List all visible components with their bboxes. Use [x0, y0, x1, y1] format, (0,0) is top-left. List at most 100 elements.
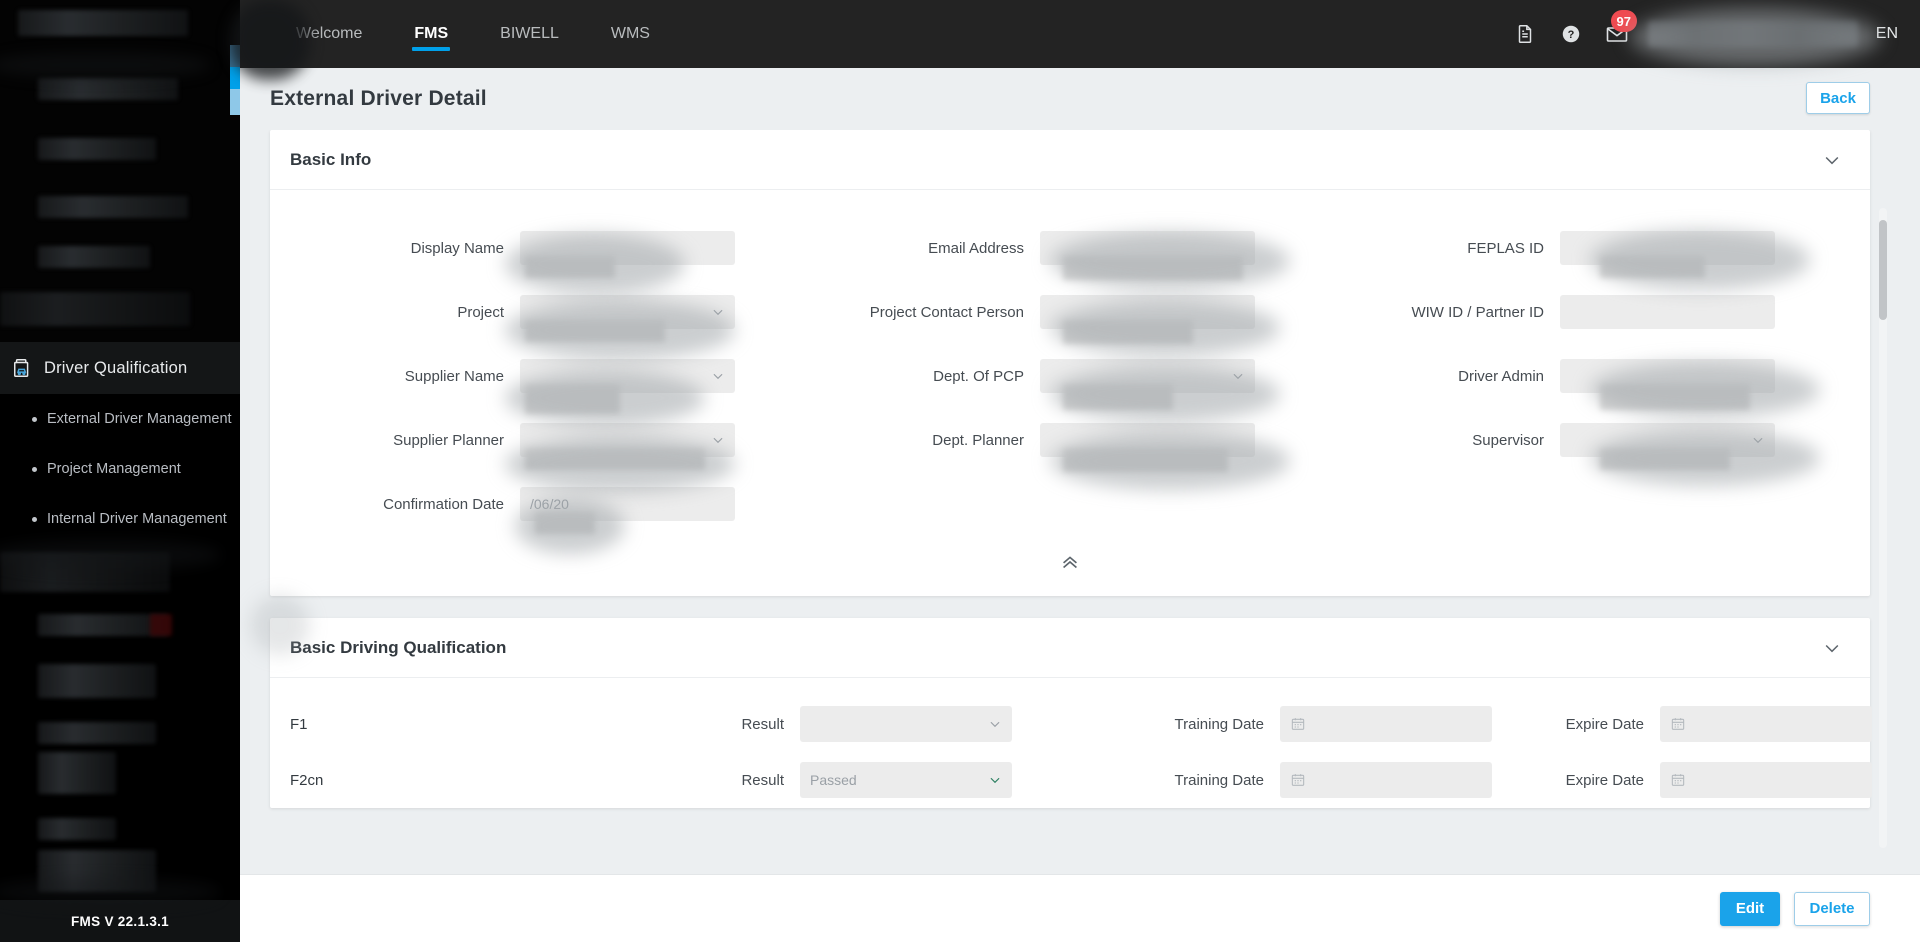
nav-tab-fms[interactable]: FMS	[388, 0, 474, 68]
chevron-down-icon	[711, 305, 725, 319]
supervisor-select[interactable]	[1560, 423, 1775, 457]
calendar-icon	[1670, 716, 1686, 732]
user-account-name[interactable]	[1647, 21, 1858, 47]
calendar-icon	[1290, 716, 1306, 732]
training-date-label: Training Date	[1174, 771, 1265, 789]
sidebar-accent-bar-2	[230, 67, 240, 89]
expire-date-input[interactable]	[1660, 706, 1872, 742]
nav-tab-label: FMS	[414, 25, 449, 42]
nav-tabs: Welcome FMS BIWELL WMS	[240, 0, 676, 68]
field-label: Dept. Of PCP	[933, 367, 1024, 385]
sidebar-item-external-driver-management[interactable]: External Driver Management	[0, 394, 240, 444]
field-label: Project	[457, 303, 504, 321]
field-label: FEPLAS ID	[1467, 239, 1544, 257]
supplier-planner-select[interactable]	[520, 423, 735, 457]
field-driver-admin: Driver Admin	[1330, 344, 1850, 408]
edit-button[interactable]: Edit	[1720, 891, 1780, 926]
result-label: Result	[741, 715, 784, 733]
qualification-expire-date-cell: Expire Date	[1520, 706, 1920, 742]
field-supervisor: Supervisor	[1330, 408, 1850, 472]
qualification-result-cell: Result Passed	[660, 762, 1050, 798]
nav-tab-welcome[interactable]: Welcome	[270, 0, 388, 68]
driver-admin-input[interactable]	[1560, 359, 1775, 393]
field-display-name: Display Name	[290, 216, 810, 280]
mail-icon[interactable]: 97	[1594, 0, 1640, 68]
training-date-label: Training Date	[1174, 715, 1265, 733]
training-date-input[interactable]	[1280, 762, 1492, 798]
sidebar-section-label: Driver Qualification	[44, 358, 188, 377]
dept-planner-input[interactable]	[1040, 423, 1255, 457]
clipboard-car-icon	[12, 357, 34, 379]
delete-button[interactable]: Delete	[1794, 891, 1870, 926]
field-label: Display Name	[410, 239, 504, 257]
qualification-row: F2cn Result Passed Training Date Expire …	[270, 752, 1872, 808]
supplier-name-select[interactable]	[520, 359, 735, 393]
sidebar-item-label: External Driver Management	[47, 411, 232, 427]
result-select[interactable]: Passed	[800, 762, 1012, 798]
document-icon[interactable]	[1502, 0, 1548, 68]
basic-info-card: Basic Info Display Name Email Address FE…	[270, 130, 1870, 596]
field-label: Driver Admin	[1458, 367, 1544, 385]
double-chevron-up-icon[interactable]	[1059, 551, 1081, 573]
chevron-down-icon	[711, 369, 725, 383]
email-address-input[interactable]	[1040, 231, 1255, 265]
footer-action-bar: Edit Delete	[240, 874, 1920, 942]
field-label: Email Address	[928, 239, 1024, 257]
field-confirmation-date: Confirmation Date /06/20	[290, 472, 810, 536]
basic-info-header[interactable]: Basic Info	[270, 130, 1870, 190]
bullet-icon	[32, 416, 37, 422]
chevron-down-icon	[1231, 369, 1245, 383]
expire-date-label: Expire Date	[1565, 771, 1644, 789]
dept-of-pcp-select[interactable]	[1040, 359, 1255, 393]
sidebar-redacted-menu[interactable]	[0, 0, 240, 342]
confirmation-date-input[interactable]: /06/20	[520, 487, 735, 521]
driving-qualification-title: Basic Driving Qualification	[290, 637, 507, 657]
qualification-code: F2cn	[290, 771, 324, 789]
driving-qualification-body: F1 Result Training Date Expire Date F2cn…	[270, 678, 1872, 808]
driving-qualification-card: Basic Driving Qualification F1 Result Tr…	[270, 618, 1872, 808]
training-date-input[interactable]	[1280, 706, 1492, 742]
field-supplier-name: Supplier Name	[290, 344, 810, 408]
calendar-icon	[1670, 772, 1686, 788]
language-selector[interactable]: EN	[1876, 25, 1898, 43]
qualification-training-date-cell: Training Date	[1050, 762, 1520, 798]
display-name-input[interactable]	[520, 231, 735, 265]
expire-date-input[interactable]	[1660, 762, 1872, 798]
result-select-value: Passed	[810, 772, 857, 788]
wiw-id-partner-id-input[interactable]	[1560, 295, 1775, 329]
field-wiw-id-partner-id: WIW ID / Partner ID	[1330, 280, 1850, 344]
help-icon[interactable]: ?	[1548, 0, 1594, 68]
chevron-down-icon[interactable]	[1822, 638, 1842, 658]
page-header: External Driver Detail Back	[240, 68, 1920, 130]
field-label: WIW ID / Partner ID	[1411, 303, 1544, 321]
sidebar-accent-bar-1	[230, 45, 240, 67]
sidebar: Driver Qualification External Driver Man…	[0, 0, 240, 942]
nav-right-actions: ? 97 EN	[1502, 0, 1920, 68]
qualification-row: F1 Result Training Date Expire Date	[270, 696, 1872, 752]
nav-tab-biwell[interactable]: BIWELL	[474, 0, 585, 68]
feplas-id-input[interactable]	[1560, 231, 1775, 265]
project-contact-person-input[interactable]	[1040, 295, 1255, 329]
detail-scroll-area[interactable]: Basic Info Display Name Email Address FE…	[240, 130, 1920, 880]
project-select[interactable]	[520, 295, 735, 329]
svg-text:?: ?	[1567, 29, 1574, 41]
field-label: Supervisor	[1472, 431, 1544, 449]
nav-tab-wms[interactable]: WMS	[585, 0, 676, 68]
field-project: Project	[290, 280, 810, 344]
chevron-down-icon[interactable]	[1822, 150, 1842, 170]
sidebar-item-label: Project Management	[47, 461, 181, 477]
result-select[interactable]	[800, 706, 1012, 742]
vertical-scrollbar-thumb[interactable]	[1879, 220, 1887, 320]
driving-qualification-header[interactable]: Basic Driving Qualification	[270, 618, 1870, 678]
sidebar-item-label: Internal Driver Management	[47, 511, 227, 527]
top-navigation-bar: Welcome FMS BIWELL WMS ? 97 EN	[240, 0, 1920, 68]
sidebar-accent-bar-3	[230, 89, 240, 115]
page-title: External Driver Detail	[270, 87, 487, 110]
sidebar-section-driver-qualification[interactable]: Driver Qualification	[0, 342, 240, 394]
bullet-icon	[32, 466, 37, 472]
qualification-training-date-cell: Training Date	[1050, 706, 1520, 742]
sidebar-item-project-management[interactable]: Project Management	[0, 444, 240, 494]
sidebar-item-internal-driver-management[interactable]: Internal Driver Management	[0, 494, 240, 544]
back-button[interactable]: Back	[1806, 82, 1870, 114]
expire-date-label: Expire Date	[1565, 715, 1644, 733]
